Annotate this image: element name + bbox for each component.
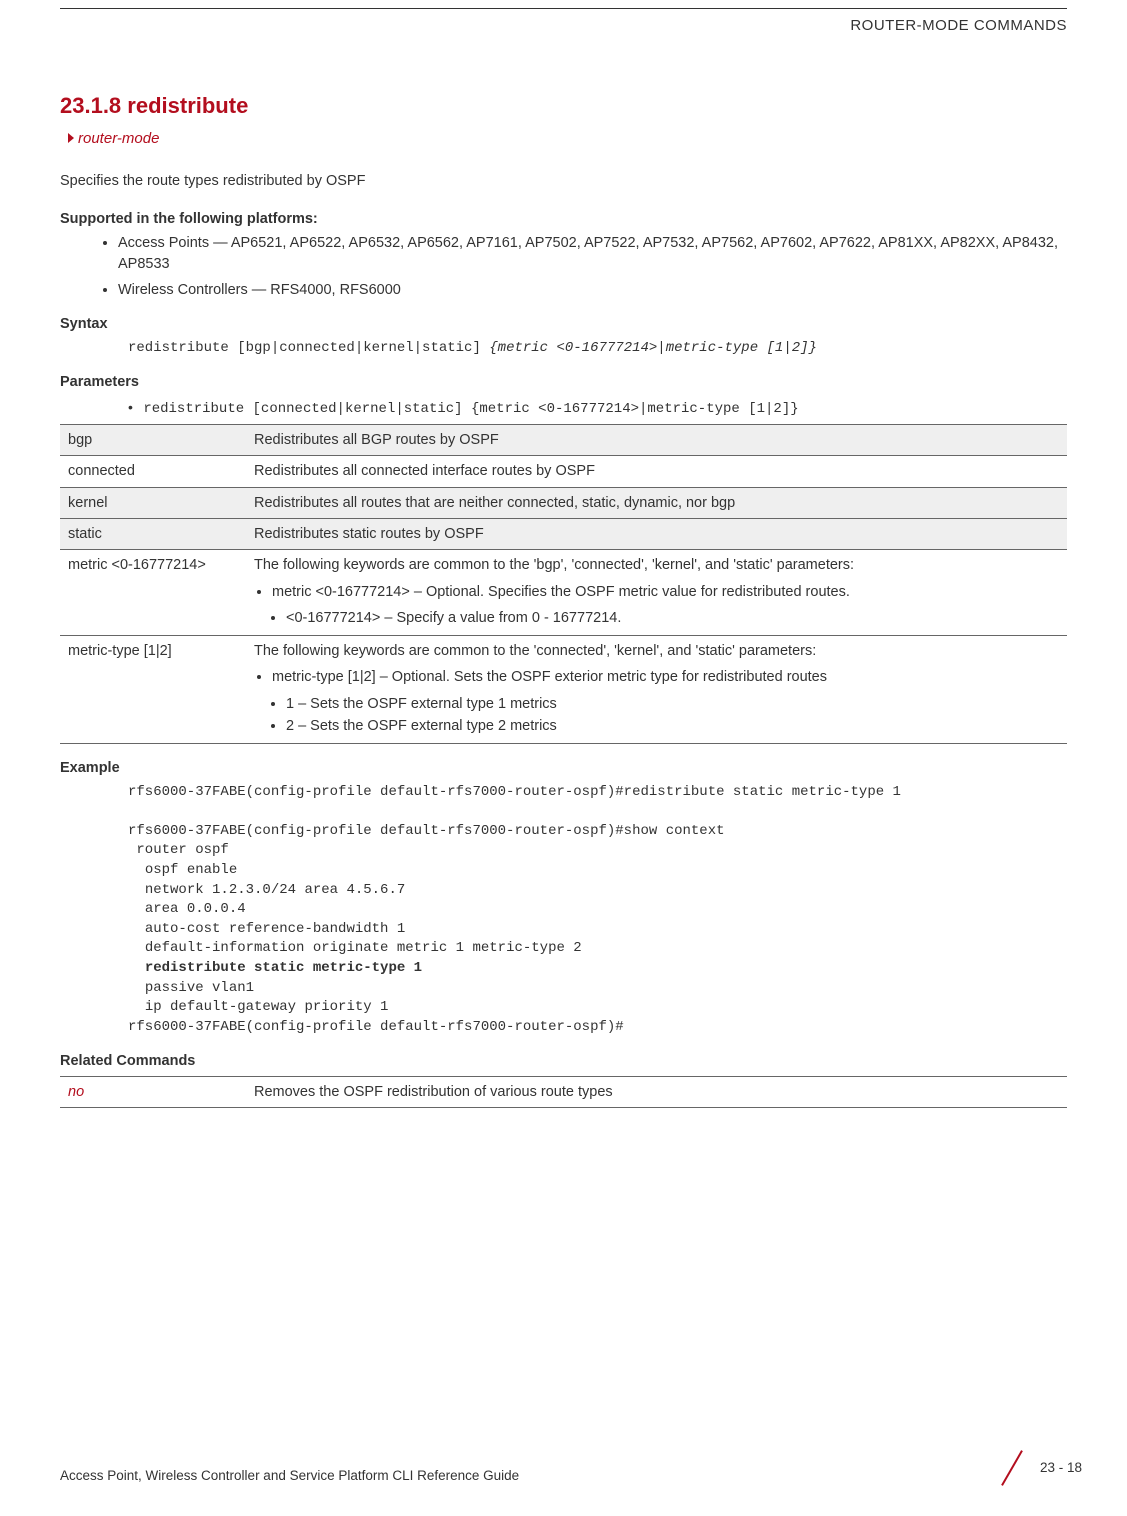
list-item: 1 – Sets the OSPF external type 1 metric…: [286, 694, 1059, 714]
param-desc: Redistributes all connected interface ro…: [246, 456, 1067, 487]
footer-doc-title: Access Point, Wireless Controller and Se…: [60, 1467, 519, 1486]
list-item: metric <0-16777214> – Optional. Specifie…: [272, 582, 1059, 629]
param-key: bgp: [60, 425, 246, 456]
param-intro: The following keywords are common to the…: [254, 643, 816, 659]
example-code: rfs6000-37FABE(config-profile default-rf…: [128, 783, 1067, 1038]
param-italic: {metric <0-16777214>|metric-type [1|2]}: [471, 401, 799, 417]
param-key: kernel: [60, 487, 246, 518]
platforms-list: Access Points — AP6521, AP6522, AP6532, …: [60, 233, 1067, 300]
list-item: Access Points — AP6521, AP6522, AP6532, …: [118, 233, 1067, 274]
list-item: metric-type [1|2] – Optional. Sets the O…: [272, 667, 1059, 736]
syntax-code: redistribute [bgp|connected|kernel|stati…: [128, 339, 1067, 359]
table-row: metric <0-16777214> The following keywor…: [60, 550, 1067, 636]
param-desc: Redistributes all BGP routes by OSPF: [246, 425, 1067, 456]
breadcrumb: router-mode: [68, 128, 1067, 149]
footer: Access Point, Wireless Controller and Se…: [60, 1450, 1082, 1486]
related-desc: Removes the OSPF redistribution of vario…: [246, 1076, 1067, 1107]
table-row: connected Redistributes all connected in…: [60, 456, 1067, 487]
param-key: connected: [60, 456, 246, 487]
param-key: metric-type [1|2]: [60, 636, 246, 744]
arrow-icon: [68, 133, 74, 143]
param-bullet-line: • redistribute [connected|kernel|static]…: [128, 398, 1067, 420]
breadcrumb-text: router-mode: [78, 130, 159, 147]
param-desc: The following keywords are common to the…: [246, 550, 1067, 636]
running-head: ROUTER-MODE COMMANDS: [60, 15, 1067, 36]
page-number: 23 - 18: [1040, 1459, 1082, 1478]
related-heading: Related Commands: [60, 1051, 1067, 1071]
top-rule: [60, 8, 1067, 9]
list-item: <0-16777214> – Specify a value from 0 - …: [286, 608, 1059, 628]
table-row: no Removes the OSPF redistribution of va…: [60, 1076, 1067, 1107]
related-key: no: [60, 1076, 246, 1107]
param-desc: Redistributes all routes that are neithe…: [246, 487, 1067, 518]
example-heading: Example: [60, 758, 1067, 778]
parameters-table: bgp Redistributes all BGP routes by OSPF…: [60, 424, 1067, 744]
parameters-heading: Parameters: [60, 372, 1067, 392]
syntax-italic: {metric <0-16777214>|metric-type [1|2]}: [489, 340, 817, 356]
list-item: Wireless Controllers — RFS4000, RFS6000: [118, 280, 1067, 300]
list-item: 2 – Sets the OSPF external type 2 metric…: [286, 716, 1059, 736]
intro-text: Specifies the route types redistributed …: [60, 171, 1067, 191]
table-row: bgp Redistributes all BGP routes by OSPF: [60, 425, 1067, 456]
section-title: 23.1.8 redistribute: [60, 91, 1067, 122]
param-key: metric <0-16777214>: [60, 550, 246, 636]
related-table: no Removes the OSPF redistribution of va…: [60, 1076, 1067, 1108]
table-row: static Redistributes static routes by OS…: [60, 518, 1067, 549]
page-number-block: 23 - 18: [990, 1450, 1082, 1486]
page: ROUTER-MODE COMMANDS 23.1.8 redistribute…: [0, 0, 1127, 1516]
syntax-plain: redistribute [bgp|connected|kernel|stati…: [128, 340, 489, 356]
table-row: metric-type [1|2] The following keywords…: [60, 636, 1067, 744]
platforms-heading: Supported in the following platforms:: [60, 209, 1067, 229]
param-key: static: [60, 518, 246, 549]
param-desc: Redistributes static routes by OSPF: [246, 518, 1067, 549]
table-row: kernel Redistributes all routes that are…: [60, 487, 1067, 518]
param-desc: The following keywords are common to the…: [246, 636, 1067, 744]
slash-icon: [990, 1450, 1032, 1486]
syntax-heading: Syntax: [60, 314, 1067, 334]
param-intro: The following keywords are common to the…: [254, 557, 854, 573]
param-plain: redistribute [connected|kernel|static]: [143, 401, 471, 417]
